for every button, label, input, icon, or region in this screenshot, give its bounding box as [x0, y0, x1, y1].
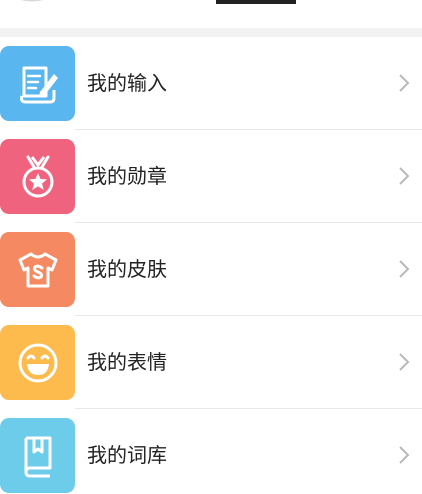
menu-item-my-emoji[interactable]: 我的表情 [0, 316, 422, 409]
tshirt-icon [18, 252, 57, 287]
my-medals-tile [0, 139, 75, 214]
my-emoji-tile [0, 325, 75, 400]
active-tab-underline [216, 0, 296, 4]
my-dictionary-label: 我的词库 [87, 443, 167, 467]
my-dictionary-tile [0, 418, 75, 493]
chevron-right-icon [399, 167, 410, 185]
menu-list: 我的输入 我的勋章 我的皮肤 我的表情 我的词库 [0, 37, 422, 494]
menu-item-my-skins[interactable]: 我的皮肤 [0, 223, 422, 316]
chevron-right-icon [399, 74, 410, 92]
menu-item-my-input[interactable]: 我的输入 [0, 37, 422, 130]
chevron-right-icon [399, 446, 410, 464]
chevron-right-icon [399, 353, 410, 371]
menu-item-my-medals[interactable]: 我的勋章 [0, 130, 422, 223]
my-medals-label: 我的勋章 [87, 164, 167, 188]
my-skins-tile [0, 232, 75, 307]
chevron-right-icon [399, 260, 410, 278]
avatar-outline-icon [20, 0, 44, 2]
top-header-strip [0, 0, 422, 29]
medal-star-icon [22, 155, 53, 197]
my-skins-label: 我的皮肤 [87, 257, 167, 281]
quill-document-icon [19, 66, 58, 103]
my-emoji-label: 我的表情 [87, 350, 167, 374]
my-input-tile [0, 46, 75, 121]
section-gap [0, 28, 422, 37]
menu-item-my-dictionary[interactable]: 我的词库 [0, 409, 422, 494]
book-icon [24, 436, 51, 477]
smiley-face-icon [18, 343, 57, 382]
profile-menu-screen: 我的输入 我的勋章 我的皮肤 我的表情 我的词库 [0, 0, 422, 494]
my-input-label: 我的输入 [87, 71, 167, 95]
